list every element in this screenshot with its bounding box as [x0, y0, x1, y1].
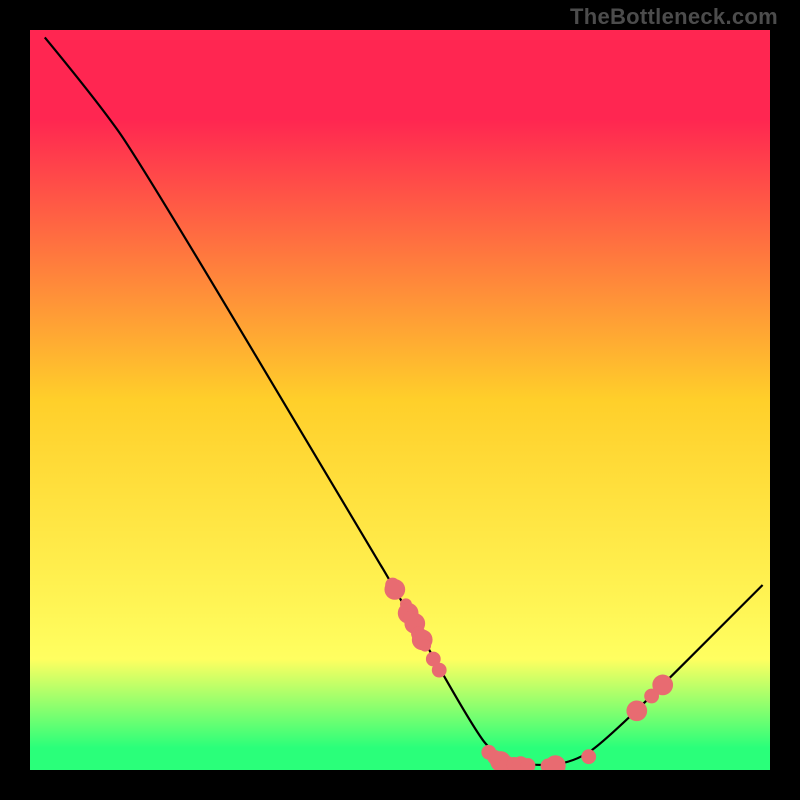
data-point [432, 663, 447, 678]
data-point [626, 700, 647, 721]
data-point [384, 579, 405, 600]
chart-svg [30, 30, 770, 770]
data-point [652, 675, 673, 696]
gradient-background [30, 30, 770, 770]
data-point [419, 640, 431, 652]
chart-container: TheBottleneck.com [0, 0, 800, 800]
watermark-text: TheBottleneck.com [570, 4, 778, 30]
plot-area [30, 30, 770, 770]
data-point [581, 749, 596, 764]
